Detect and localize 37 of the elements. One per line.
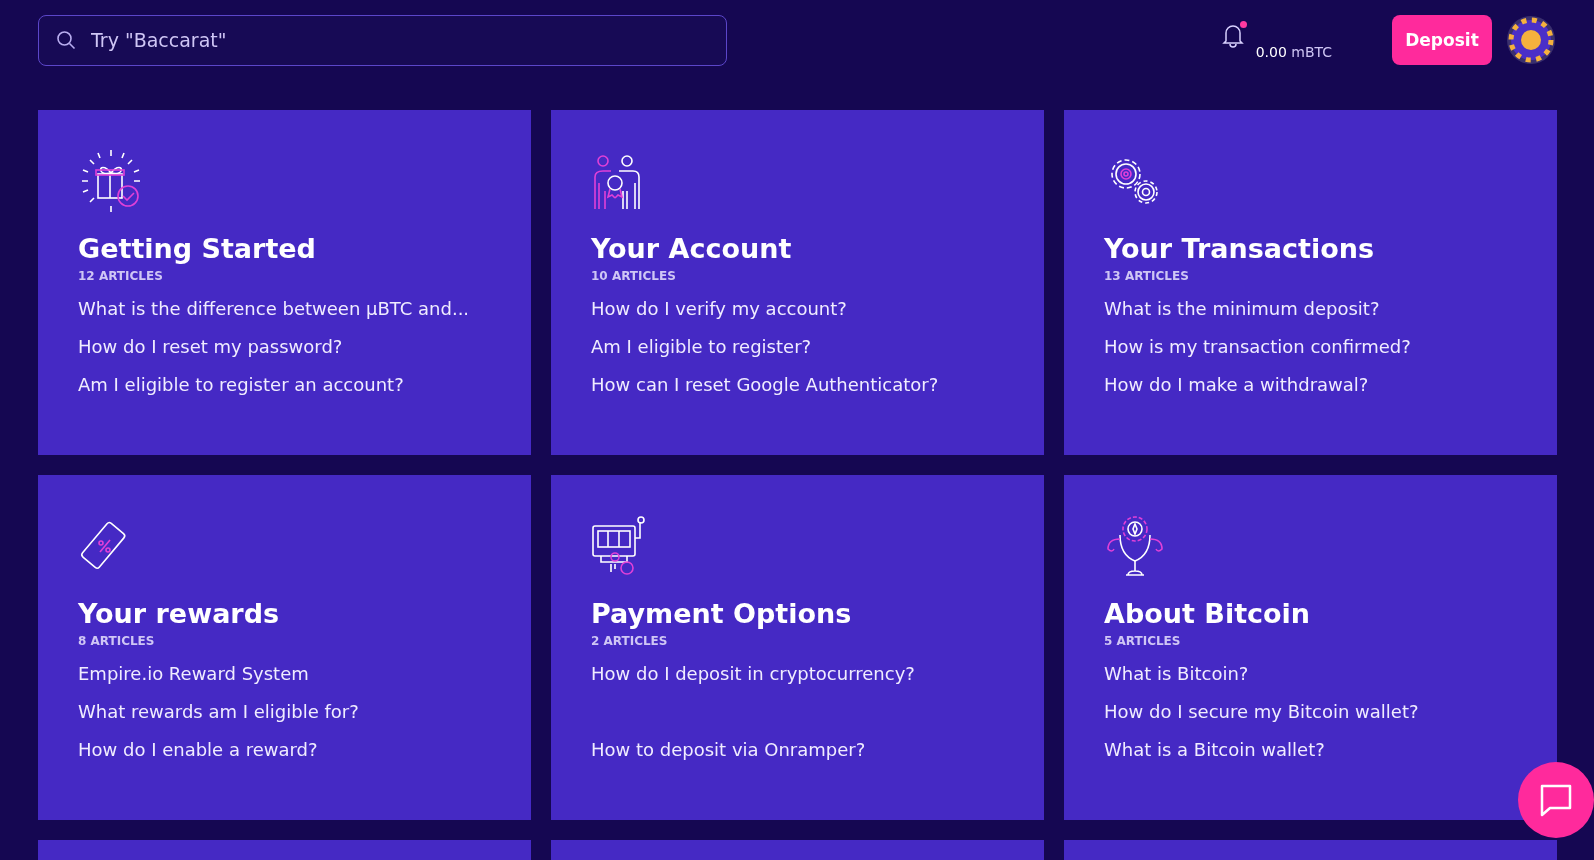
article-link[interactable]: What rewards am I eligible for? [78,700,493,724]
slot-machine-icon [591,516,647,576]
category-title: Your rewards [78,597,281,631]
article-count: 2 ARTICLES [591,634,669,648]
article-link[interactable]: How is my transaction confirmed? [1104,335,1519,359]
article-link[interactable]: How do I verify my account? [591,297,1006,321]
article-link[interactable]: How do I reset my password? [78,335,493,359]
article-count: 8 ARTICLES [78,634,156,648]
category-title: About Bitcoin [1104,597,1312,631]
category-title: Your Account [591,232,793,266]
article-link[interactable]: How can I reset Google Authenticator? [591,373,1006,397]
article-link[interactable]: How do I make a withdrawal? [1104,373,1519,397]
trophy-icon [1104,515,1166,577]
article-link[interactable]: How do I enable a reward? [78,738,493,762]
chat-icon [1538,782,1574,818]
article-count: 12 ARTICLES [78,269,164,283]
article-link[interactable]: How do I secure my Bitcoin wallet? [1104,700,1519,724]
article-count: 10 ARTICLES [591,269,677,283]
article-count: 5 ARTICLES [1104,634,1182,648]
article-link[interactable]: How to deposit via Onramper? [591,738,1006,762]
category-title: Getting Started [78,232,317,266]
category-title: Your Transactions [1104,232,1376,266]
category-title: Payment Options [591,597,853,631]
article-link[interactable]: Am I eligible to register an account? [78,373,493,397]
article-link[interactable]: What is a Bitcoin wallet? [1104,738,1519,762]
article-link[interactable]: How do I deposit in cryptocurrency? [591,662,1006,686]
article-link[interactable]: What is the difference between µBTC and... [78,297,493,321]
poker-chip-avatar[interactable] [1506,15,1556,65]
article-link[interactable]: What is the minimum deposit? [1104,297,1519,321]
article-link[interactable]: Am I eligible to register? [591,335,1006,359]
notification-bell-icon[interactable] [1221,22,1244,48]
balance-text: 0.00 mBTC [1255,44,1332,60]
search-icon [56,29,76,50]
article-link[interactable]: Empire.io Reward System [78,662,493,686]
article-link[interactable]: What is Bitcoin? [1104,662,1519,686]
search-field[interactable]: Try "Baccarat" [38,14,727,66]
article-count: 13 ARTICLES [1104,269,1190,283]
